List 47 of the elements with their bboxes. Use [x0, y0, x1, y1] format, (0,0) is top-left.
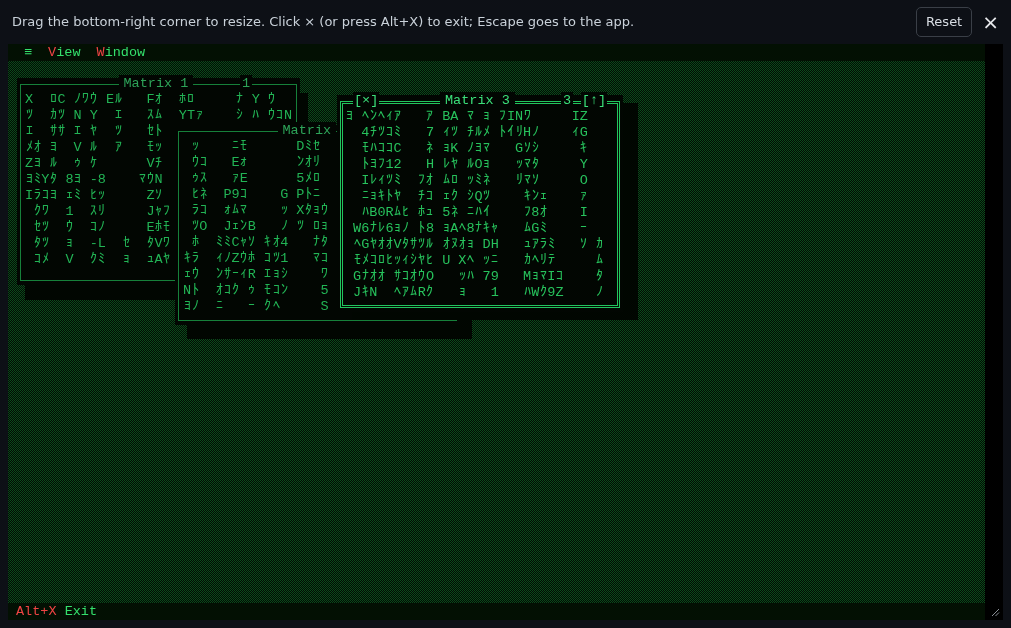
- reset-button[interactable]: Reset: [915, 7, 973, 37]
- matrix-text-line: ﾖ ﾍﾝﾍｨｱ ｱ BA ﾏ ｮ ﾌINﾜ IZ: [345, 109, 588, 125]
- matrix-text-line: ﾒｵ ﾖ V ﾙ ｱ ﾓｯ: [25, 140, 163, 156]
- matrix-text-line: ｩｽ ｧE 5ﾒﾛ: [190, 171, 321, 187]
- matrix-text-line: ﾋﾈ P9ｺ G Pﾄﾆ: [190, 187, 321, 203]
- resize-grip-icon[interactable]: [991, 608, 1000, 617]
- matrix-text-line: ｯ ﾆﾓ Dﾐｾ: [190, 139, 321, 155]
- matrix-text-line: ﾂO JｪﾝB ﾉ ﾂ ﾛｮ: [190, 219, 329, 235]
- matrix-text-line: ﾎ ﾐﾐCｬｿ ｷｵ4 ﾅﾀ: [190, 235, 329, 251]
- matrix-text-line: ﾍGﾔｵｵVﾀｻﾂﾙ ｵﾇｵｮ DH ｭｱﾗﾐ ｿ ｶ: [352, 237, 604, 253]
- matrix-text-line: ﾓﾒｺﾛﾋｯｨｼﾔﾋ U Xﾍ ｯﾆ ｶﾍﾘﾃ ﾑ: [352, 253, 604, 269]
- matrix-text-line: ﾂ ｶﾂ N Y ｴ ｽﾑ YTｧ ｼ ﾊ ｳｺN: [25, 108, 293, 124]
- matrix-text-line: ｾﾂ ｳ ｺﾉ Eﾎﾓ: [32, 220, 171, 236]
- window-title: Matrix 1: [118, 75, 194, 93]
- matrix-text-line: ﾆｮｷﾄﾔ ﾁｺ ｪｸ ｼQﾂ ｷﾝｪ ｧ: [360, 189, 588, 205]
- matrix-text-line: W6ﾅﾚ6ｮﾉ ﾄ8 ｮAﾍ8ﾅｷｬ ﾑGﾐ ｰ: [352, 221, 588, 237]
- menu-item[interactable]: Window: [96, 44, 146, 61]
- close-button[interactable]: ×: [980, 12, 1001, 32]
- window-number: 1: [239, 75, 252, 93]
- matrix-text-line: ﾀﾂ ｮ -L ｾ ﾀVﾜ: [32, 236, 171, 252]
- matrix-text-line: ﾖﾉ ﾆ ｰ ｸﾍ S: [183, 299, 329, 315]
- matrix-text-line: ﾄﾖﾌ12 H ﾚﾔ ﾙOｮ ｯﾏﾀ Y: [360, 157, 588, 173]
- matrix-text-line: Iﾚｨﾂﾐ ﾌｵ ﾑﾛ ｯﾐﾈ ﾘﾏｿ O: [360, 173, 588, 189]
- window-close-button[interactable]: [×]: [353, 92, 380, 110]
- shortcut-button[interactable]: Alt+X Exit: [16, 603, 98, 620]
- menu-button[interactable]: ≡: [24, 44, 33, 61]
- matrix-text-line: ｳｺ Eｫ ﾝｵﾘ: [190, 155, 321, 171]
- matrix-text-line: ﾓﾊｺｺC ﾈ ｮK ﾉﾖﾏ Gｿｼ ｷ: [360, 141, 588, 157]
- matrix-text-line: ｪｳ ﾝｻｰｨR ｴｮｼ ﾜ: [183, 267, 329, 283]
- matrix-text-line: Zﾖ ﾙ ｩ ｹ Vﾁ: [25, 156, 163, 172]
- matrix-text-line: ﾊB0Rﾑﾋ ﾎｭ 5ﾈ ﾆﾊｲ ﾌ8ｵ I: [360, 205, 588, 221]
- menu-item[interactable]: View: [48, 44, 81, 61]
- matrix-text-line: ｷﾗ ｨﾉZｳﾎ ｺﾂ1 ﾏｺ: [183, 251, 329, 267]
- matrix-text-line: ﾖﾐYﾀ 8ﾖ -8 ﾏｳN: [25, 172, 163, 188]
- window-maximize-button[interactable]: [↑]: [580, 92, 607, 110]
- matrix-text-line: Iﾗｺﾖ ｪﾐ ﾋｯ Zｿ: [25, 188, 163, 204]
- scrollbar[interactable]: [985, 44, 1003, 620]
- matrix-text-line: JｷN ﾍｱﾑRｸ ｮ 1 ﾊWｸ9Z ﾉ: [352, 285, 604, 301]
- matrix-text-line: ｸﾜ 1 ｽﾘ Jｬﾌ: [32, 204, 171, 220]
- matrix-text-line: ｴ ｻｻ ｴ ﾔ ﾂ ｾﾄ: [25, 124, 163, 140]
- matrix-text-line: ｺﾒ V ｸﾐ ｮ ｭAﾔ: [32, 252, 171, 268]
- matrix-text-line: 4ﾁﾂｺﾐ 7 ｨﾂ ﾁﾙﾒ ﾄｲﾘHﾉ ｨG: [360, 125, 588, 141]
- matrix-text-line: ﾗｺ ｫﾑﾏ ｯ Xﾀｮｳ: [190, 203, 329, 219]
- matrix-text-line: Gﾅｵｵ ｻｺｵｳO ｯﾊ 79 MｮﾏIｺ ﾀ: [352, 269, 604, 285]
- window-title: Matrix: [277, 122, 337, 140]
- matrix-text-line: X ﾛC ﾉﾜｳ Eﾙ Fｵ ﾎﾛ ﾅ Y ｳ: [25, 92, 276, 108]
- hint-text: Drag the bottom-right corner to resize. Click × (or press Alt+X) to exit; Escape goes to the app.: [12, 13, 635, 32]
